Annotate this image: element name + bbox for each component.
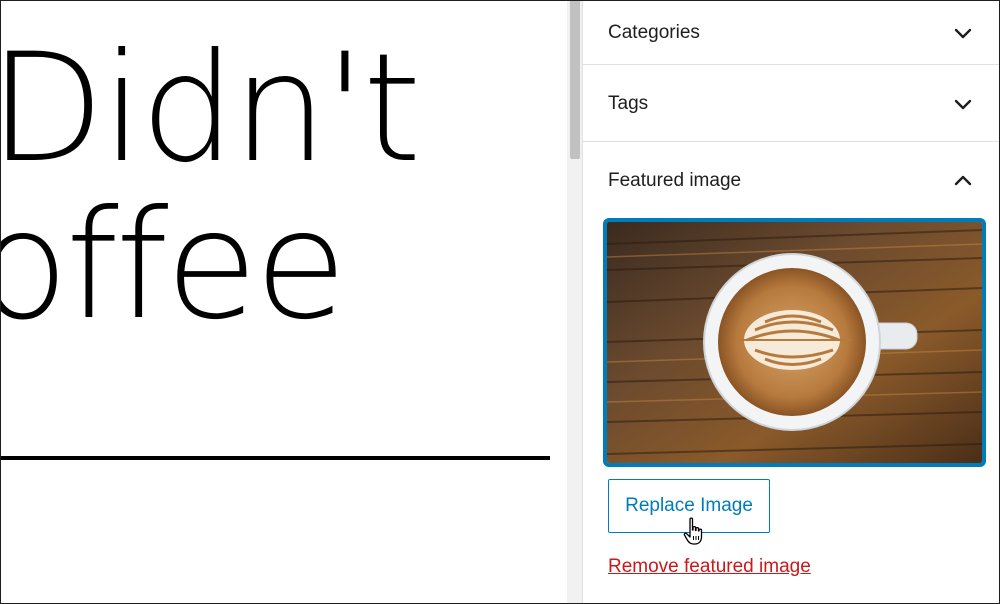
editor-scrollbar[interactable]: [567, 1, 582, 603]
coffee-latte-image: [607, 222, 982, 463]
remove-featured-image-link[interactable]: Remove featured image: [608, 556, 811, 578]
panel-tags-toggle[interactable]: Tags: [583, 66, 999, 142]
screenshot-frame: Didn't offee Categories Tags Featured im…: [0, 0, 1000, 604]
chevron-up-icon: [954, 175, 972, 186]
hand-pointer-cursor-icon: [683, 517, 703, 545]
chevron-down-icon: [954, 28, 972, 38]
replace-image-label: Replace Image: [625, 495, 753, 516]
editor-canvas[interactable]: Didn't offee: [1, 1, 567, 603]
scrollbar-thumb[interactable]: [570, 1, 580, 159]
settings-sidebar: Categories Tags Featured image Replace I…: [582, 1, 999, 603]
panel-featured-image-label: Featured image: [608, 170, 742, 191]
panel-featured-image-toggle[interactable]: Featured image: [583, 143, 999, 219]
post-title-line-1[interactable]: Didn't: [1, 34, 422, 184]
featured-image-preview[interactable]: [603, 218, 986, 467]
chevron-down-icon: [954, 99, 972, 109]
panel-categories-toggle[interactable]: Categories: [583, 1, 999, 65]
separator-block[interactable]: [1, 456, 550, 460]
panel-tags-label: Tags: [608, 92, 649, 114]
panel-categories-label: Categories: [608, 21, 700, 43]
post-title-line-2[interactable]: offee: [1, 191, 347, 341]
